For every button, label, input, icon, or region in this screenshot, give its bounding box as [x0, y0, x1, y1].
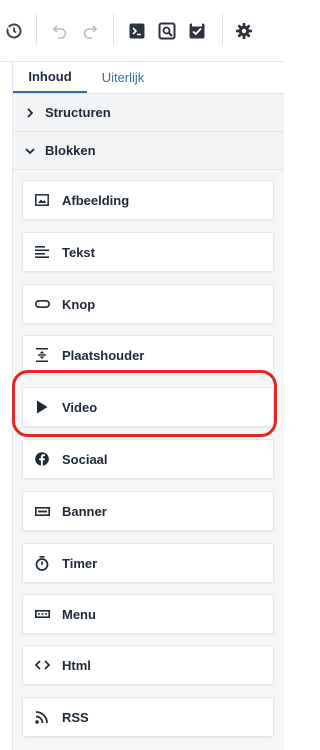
html-icon: [34, 657, 50, 673]
block-label: Video: [62, 399, 98, 415]
block-banner[interactable]: Banner: [22, 491, 274, 531]
block-menu[interactable]: Menu: [22, 594, 274, 634]
timer-icon: [34, 555, 50, 571]
block-html[interactable]: Html: [22, 645, 274, 685]
rss-icon: [34, 709, 50, 725]
block-label: Menu: [62, 606, 96, 622]
block-label: Html: [62, 657, 91, 673]
tab-uiterlijk[interactable]: Uiterlijk: [87, 62, 159, 93]
toolbar-divider: [222, 14, 223, 46]
text-icon: [34, 244, 50, 260]
toolbar: [0, 0, 284, 61]
facebook-icon: [34, 451, 50, 467]
block-label: Tekst: [62, 244, 95, 260]
block-plaatshouder[interactable]: Plaatshouder: [22, 335, 274, 375]
code-icon[interactable]: [126, 20, 148, 42]
block-knop[interactable]: Knop: [22, 284, 274, 324]
button-icon: [34, 296, 50, 312]
block-label: Knop: [62, 296, 96, 312]
block-timer[interactable]: Timer: [22, 543, 274, 583]
spacer-icon: [34, 347, 50, 363]
banner-icon: [34, 503, 50, 519]
block-label: Plaatshouder: [62, 347, 145, 363]
block-video[interactable]: Video: [22, 387, 274, 427]
settings-icon[interactable]: [233, 20, 255, 42]
history-icon[interactable]: [3, 20, 25, 42]
section-blokken[interactable]: Blokken: [13, 132, 284, 170]
block-label: Timer: [62, 555, 98, 571]
block-label: Sociaal: [62, 451, 108, 467]
image-icon: [34, 192, 50, 208]
play-icon: [34, 399, 50, 415]
toolbar-divider: [36, 14, 37, 46]
undo-icon[interactable]: [49, 20, 71, 42]
chevron-right-icon: [23, 106, 37, 120]
block-rss[interactable]: RSS: [22, 697, 274, 737]
block-sociaal[interactable]: Sociaal: [22, 439, 274, 479]
menu-icon: [34, 606, 50, 622]
block-label: Afbeelding: [62, 192, 130, 208]
redo-icon[interactable]: [79, 20, 101, 42]
tab-inhoud[interactable]: Inhoud: [13, 62, 87, 93]
section-structuren[interactable]: Structuren: [13, 94, 284, 132]
block-afbeelding[interactable]: Afbeelding: [22, 180, 274, 220]
block-label: RSS: [62, 709, 89, 725]
toolbar-divider: [113, 14, 114, 46]
section-label: Blokken: [45, 143, 96, 158]
tab-bar: Inhoud Uiterlijk: [13, 62, 284, 93]
block-label: Banner: [62, 503, 107, 519]
block-tekst[interactable]: Tekst: [22, 232, 274, 272]
chevron-down-icon: [23, 144, 37, 158]
section-label: Structuren: [45, 105, 111, 120]
save-icon[interactable]: [186, 20, 208, 42]
preview-icon[interactable]: [156, 20, 178, 42]
